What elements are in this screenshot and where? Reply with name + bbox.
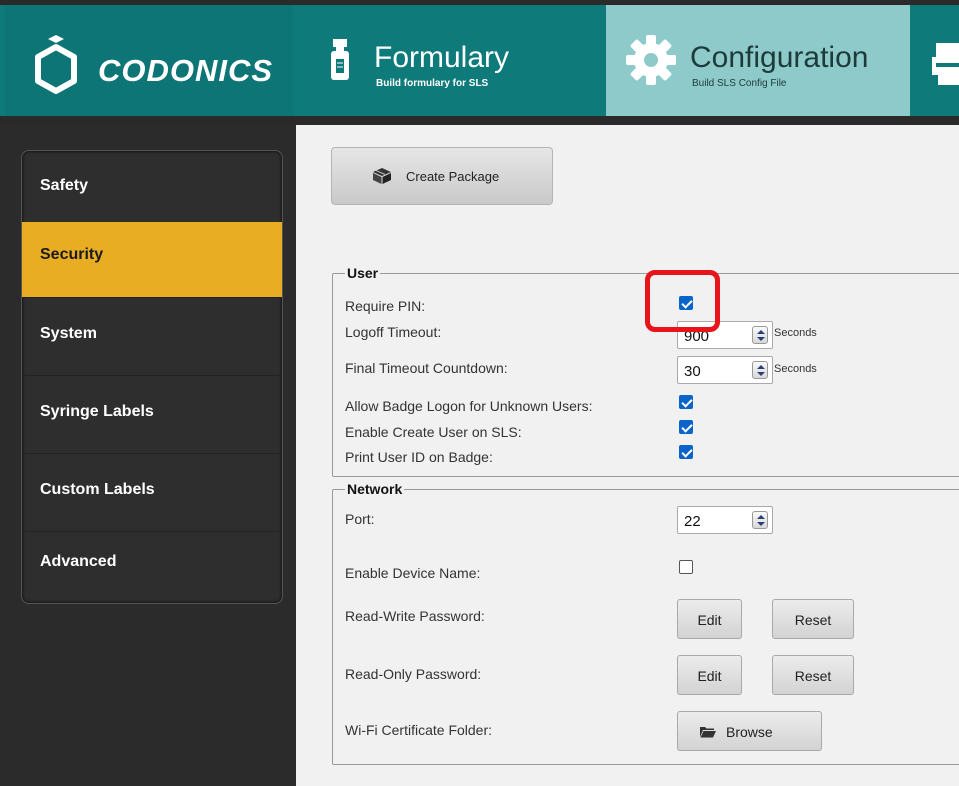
sidebar-item-system[interactable]: System (22, 299, 282, 376)
spinner-arrows-icon[interactable] (752, 361, 768, 379)
enable-create-user-label: Enable Create User on SLS: (345, 424, 522, 440)
app-header: CODONICS Formulary Build formulary for S… (0, 0, 959, 125)
sidebar-item-label: Safety (40, 177, 89, 194)
port-label: Port: (345, 511, 375, 527)
tab-configuration-title: Configuration (690, 41, 869, 74)
allow-badge-checkbox[interactable] (679, 395, 693, 409)
sidebar: Safety Security System Syringe Labels Cu… (0, 125, 296, 786)
user-legend: User (347, 265, 379, 281)
port-value: 22 (684, 513, 701, 530)
gear-icon (626, 35, 676, 85)
codonics-logo-icon (35, 35, 77, 94)
logoff-timeout-unit: Seconds (774, 327, 817, 339)
require-pin-highlight (645, 270, 720, 332)
tab-configuration[interactable]: Configuration Build SLS Config File (606, 5, 910, 116)
sidebar-item-label: Security (40, 246, 104, 263)
sidebar-item-label: Advanced (40, 553, 117, 570)
network-legend: Network (347, 481, 403, 497)
wifi-cert-label: Wi-Fi Certificate Folder: (345, 722, 493, 738)
final-timeout-stepper[interactable]: 30 (677, 356, 773, 384)
print-user-id-label: Print User ID on Badge: (345, 449, 493, 465)
create-package-button[interactable]: Create Package (331, 147, 553, 205)
box-icon (373, 168, 391, 184)
spinner-arrows-icon[interactable] (752, 326, 768, 344)
sidebar-item-label: Custom Labels (40, 481, 155, 498)
brand-logo: CODONICS (5, 5, 293, 116)
brand-name: CODONICS (98, 53, 274, 88)
sidebar-item-custom-labels[interactable]: Custom Labels (22, 455, 282, 532)
sidebar-nav: Safety Security System Syringe Labels Cu… (21, 150, 283, 604)
sidebar-item-syringe-labels[interactable]: Syringe Labels (22, 377, 282, 454)
ro-password-reset-button[interactable]: Reset (772, 655, 854, 695)
spinner-arrows-icon[interactable] (752, 511, 768, 529)
sidebar-item-advanced[interactable]: Advanced (22, 533, 282, 603)
port-stepper[interactable]: 22 (677, 506, 773, 534)
tab-printer[interactable] (912, 5, 959, 116)
rw-password-reset-button[interactable]: Reset (772, 599, 854, 639)
device-name-checkbox[interactable] (679, 560, 693, 574)
sidebar-item-safety[interactable]: Safety (22, 151, 282, 228)
tab-formulary-title: Formulary (374, 41, 510, 74)
enable-create-user-checkbox[interactable] (679, 420, 693, 434)
sidebar-item-label: System (40, 325, 97, 342)
printer-icon (932, 43, 959, 85)
main-panel: Create Package User Require PIN: Logoff … (296, 125, 959, 786)
final-timeout-label: Final Timeout Countdown: (345, 360, 508, 376)
browse-label: Browse (726, 724, 773, 740)
sidebar-item-security[interactable]: Security (22, 222, 282, 298)
rw-password-edit-button[interactable]: Edit (677, 599, 742, 639)
sidebar-item-label: Syringe Labels (40, 403, 154, 420)
create-package-label: Create Package (406, 169, 500, 184)
final-timeout-unit: Seconds (774, 363, 817, 375)
final-timeout-value: 30 (684, 363, 701, 380)
bottle-icon (331, 39, 349, 80)
tab-formulary-subtitle: Build formulary for SLS (376, 78, 489, 89)
wifi-cert-browse-button[interactable]: Browse (677, 711, 822, 751)
ro-password-label: Read-Only Password: (345, 666, 482, 682)
require-pin-label: Require PIN: (345, 298, 426, 314)
rw-password-label: Read-Write Password: (345, 608, 485, 624)
logoff-timeout-label: Logoff Timeout: (345, 324, 442, 340)
ro-password-edit-button[interactable]: Edit (677, 655, 742, 695)
allow-badge-label: Allow Badge Logon for Unknown Users: (345, 398, 593, 414)
tab-configuration-subtitle: Build SLS Config File (692, 78, 787, 89)
print-user-id-checkbox[interactable] (679, 445, 693, 459)
device-name-label: Enable Device Name: (345, 565, 481, 581)
tab-formulary[interactable]: Formulary Build formulary for SLS (296, 5, 604, 116)
folder-icon (700, 727, 716, 738)
